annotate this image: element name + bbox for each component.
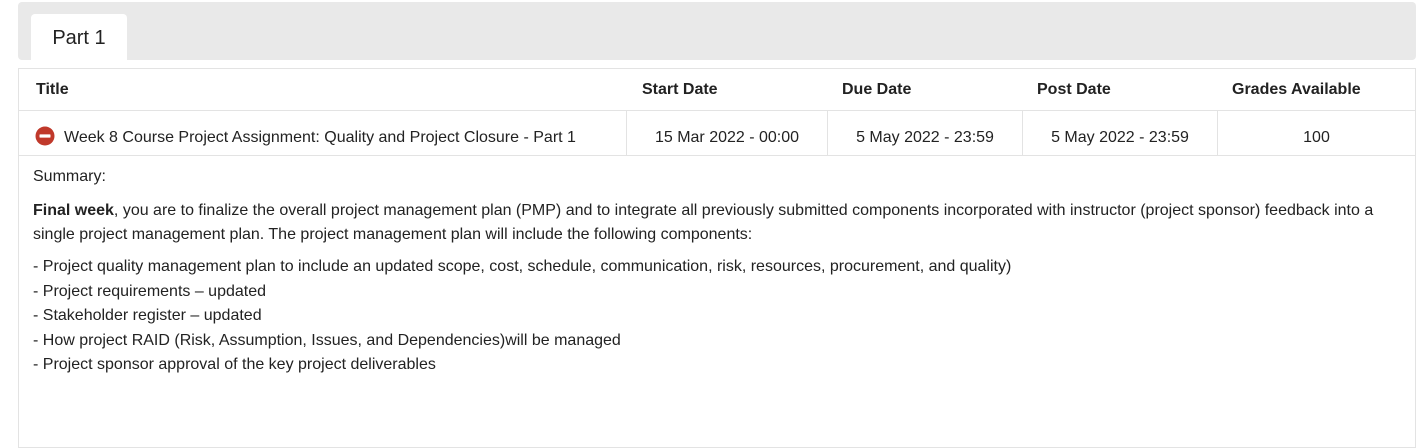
- tab-bar: Part 1: [18, 2, 1416, 62]
- summary-intro-bold: Final week: [33, 202, 114, 219]
- remove-circle-icon: [35, 126, 55, 146]
- summary-component-list: - Project quality management plan to inc…: [33, 255, 1403, 378]
- grades-available-cell: 100: [1303, 129, 1330, 146]
- list-item: - Stakeholder register – updated: [33, 307, 262, 324]
- post-date-cell: 5 May 2022 - 23:59: [1051, 129, 1189, 146]
- table-row: Week 8 Course Project Assignment: Qualit…: [19, 111, 1415, 156]
- column-header-post-date[interactable]: Post Date: [1037, 69, 1111, 111]
- tab-part-1[interactable]: Part 1: [31, 14, 127, 62]
- assignment-title-link[interactable]: Week 8 Course Project Assignment: Qualit…: [64, 111, 576, 165]
- due-date-cell: 5 May 2022 - 23:59: [856, 129, 994, 146]
- table-header-row: Title Start Date Due Date Post Date Grad…: [19, 69, 1415, 111]
- assignment-panel: Title Start Date Due Date Post Date Grad…: [18, 68, 1416, 448]
- summary-intro: Final week, you are to finalize the over…: [33, 199, 1403, 247]
- title-cell: Week 8 Course Project Assignment: Qualit…: [19, 111, 626, 155]
- column-header-title[interactable]: Title: [36, 69, 69, 111]
- summary-intro-text: , you are to finalize the overall projec…: [33, 202, 1374, 243]
- column-header-start-date[interactable]: Start Date: [642, 69, 718, 111]
- summary-label: Summary:: [33, 168, 106, 185]
- assignment-summary: Summary: Final week, you are to finalize…: [33, 167, 1403, 378]
- column-header-grades-available[interactable]: Grades Available: [1232, 69, 1361, 111]
- column-header-due-date[interactable]: Due Date: [842, 69, 911, 111]
- start-date-cell: 15 Mar 2022 - 00:00: [654, 129, 800, 146]
- list-item: - How project RAID (Risk, Assumption, Is…: [33, 331, 621, 349]
- list-item: - Project requirements – updated: [33, 282, 267, 300]
- list-item: - Project sponsor approval of the key pr…: [33, 356, 436, 373]
- list-item: - Project quality management plan to inc…: [33, 258, 1012, 275]
